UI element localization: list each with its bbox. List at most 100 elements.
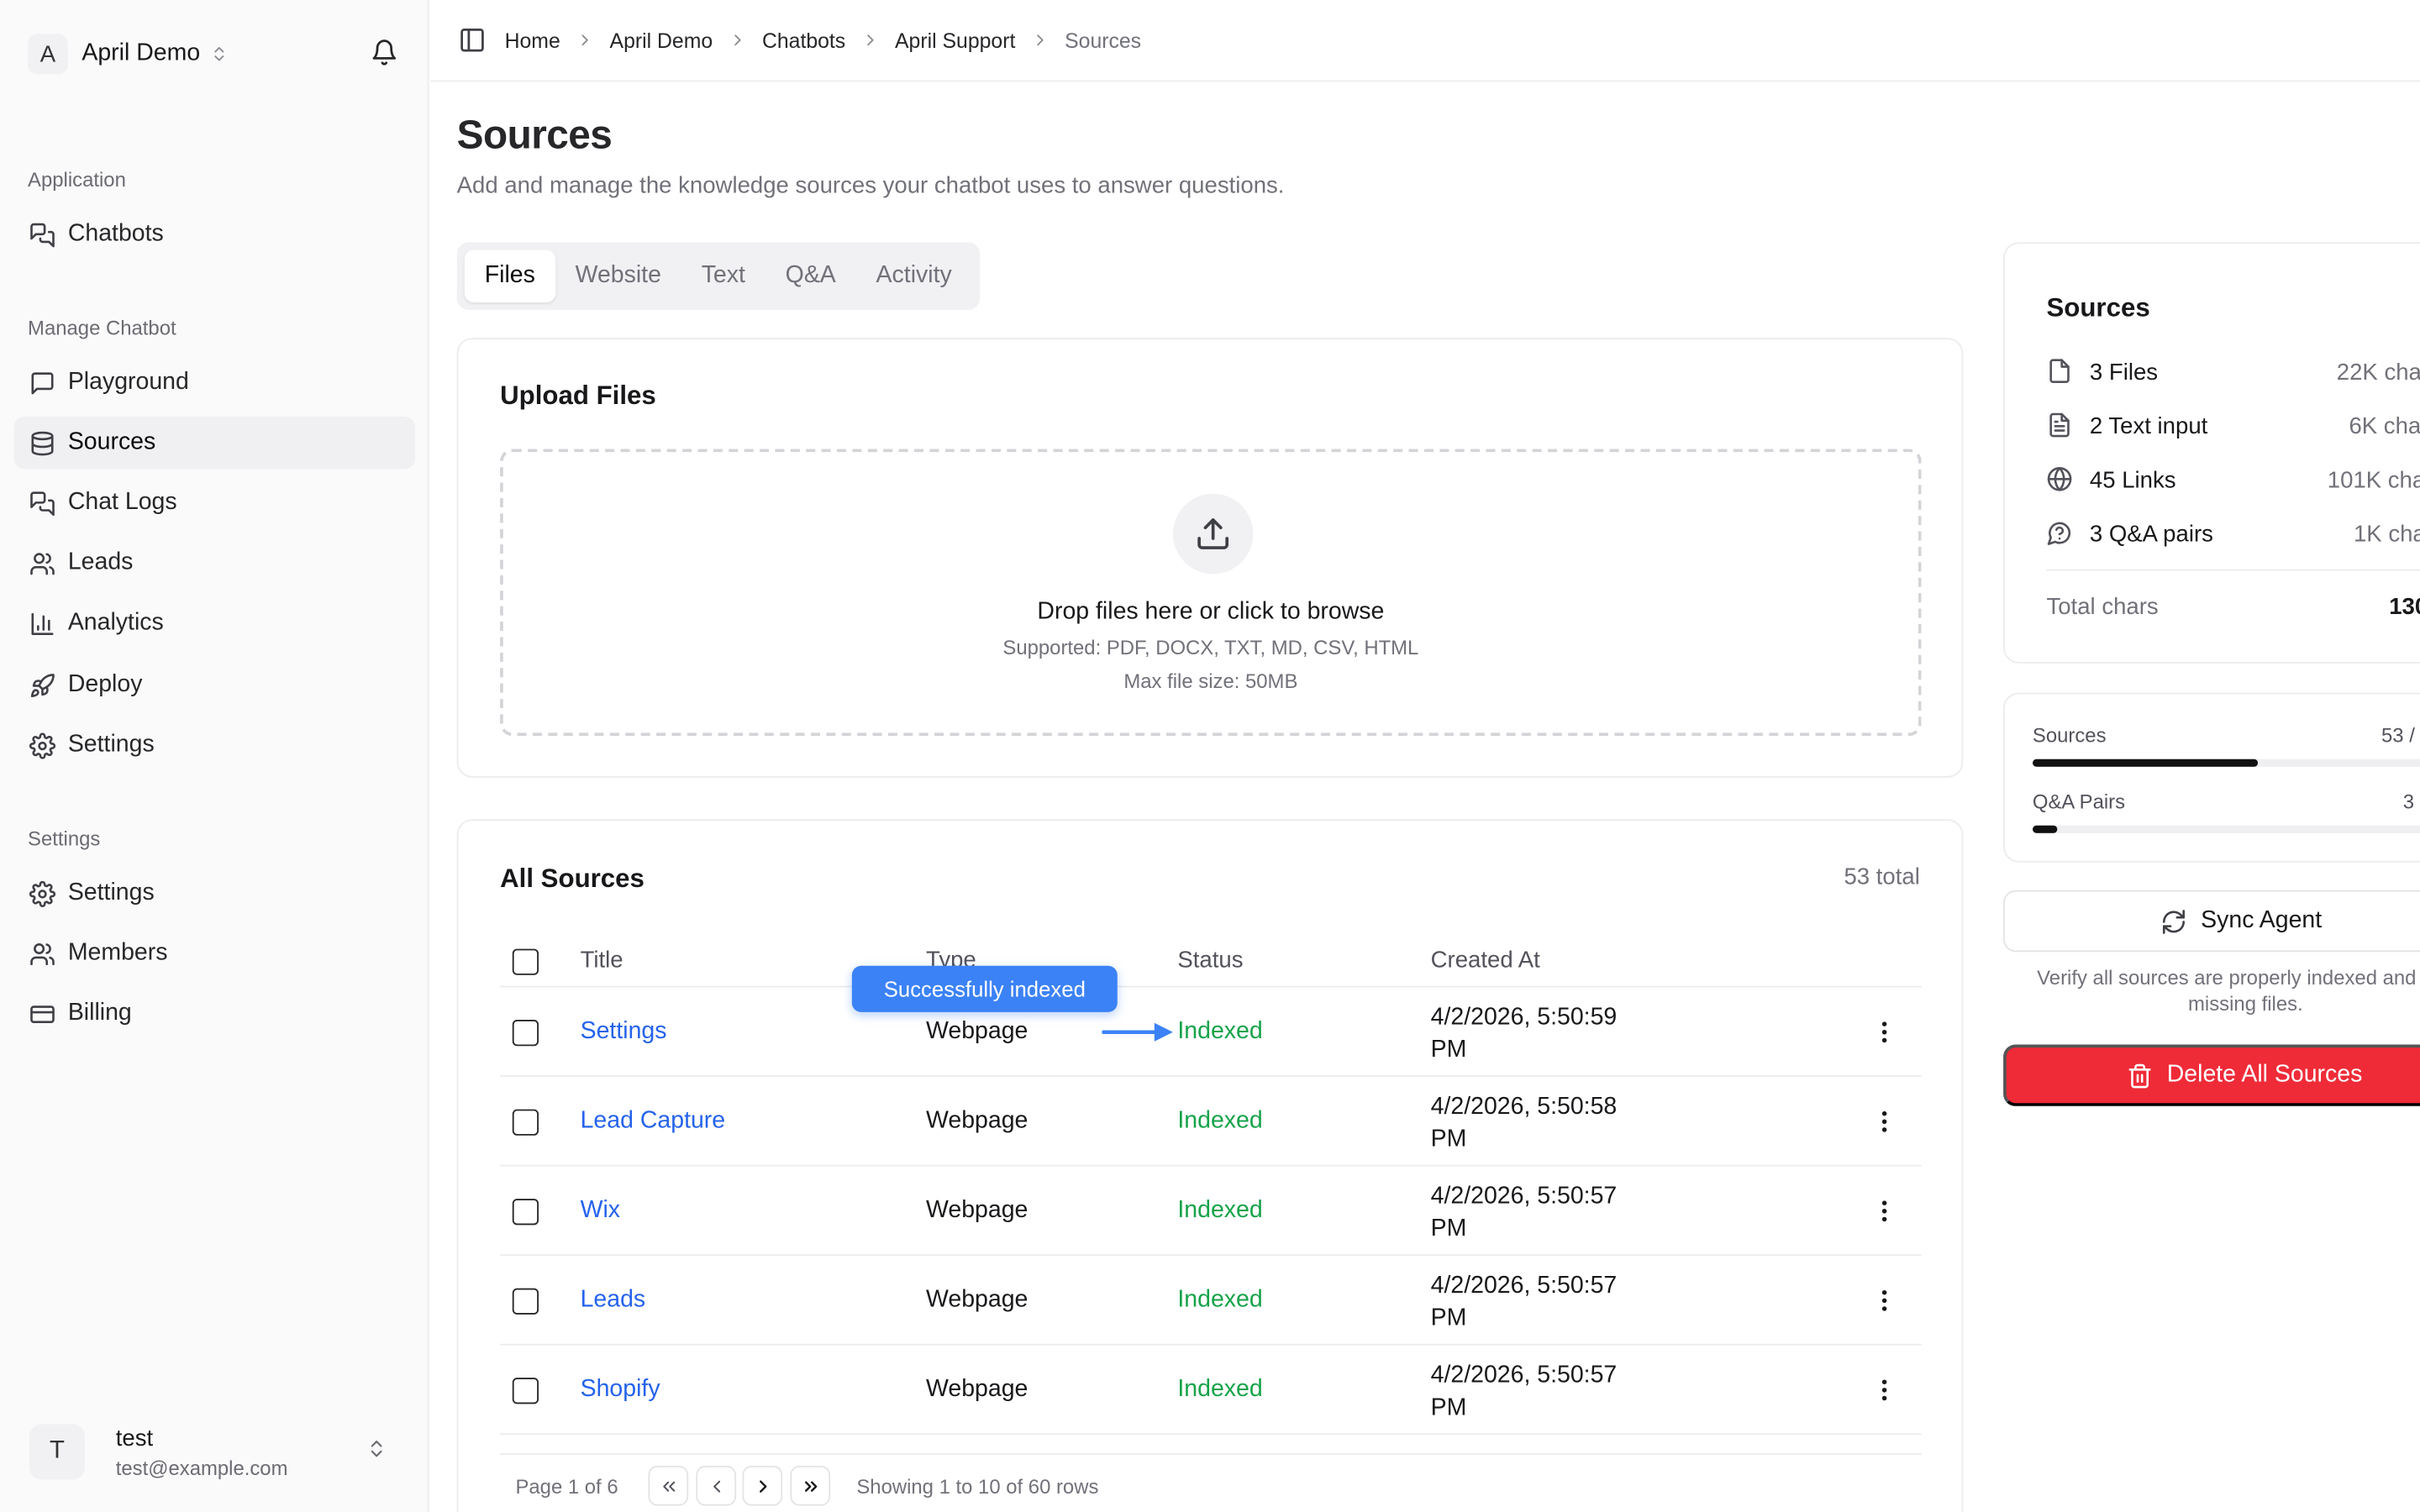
chevron-right-icon	[1031, 31, 1050, 50]
more-vertical-icon[interactable]	[1870, 1108, 1898, 1136]
select-all-checkbox[interactable]	[512, 948, 539, 975]
sync-agent-label: Sync Agent	[2201, 906, 2323, 934]
user-menu[interactable]: T test test@example.com	[14, 1407, 416, 1497]
source-type: Webpage	[926, 1018, 1028, 1045]
more-vertical-icon[interactable]	[1870, 1197, 1898, 1225]
sidebar-item-chatbots[interactable]: Chatbots	[14, 208, 416, 260]
source-title-link[interactable]: Wix	[581, 1197, 620, 1225]
sidebar-item-label: Leads	[67, 549, 134, 576]
supported-formats: Supported: PDF, DOCX, TXT, MD, CSV, HTML	[1002, 635, 1419, 659]
user-name: test	[115, 1425, 154, 1452]
row-checkbox[interactable]	[512, 1020, 539, 1047]
table-row: Settings Webpage Indexed 4/2/2026, 5:50:…	[500, 987, 1922, 1078]
tab-website[interactable]: Website	[555, 250, 681, 302]
trash-icon	[2127, 1063, 2153, 1089]
sidebar-item-analytics[interactable]: Analytics	[14, 597, 416, 649]
created-at-date: 4/2/2026, 5:50:57	[1430, 1362, 1618, 1389]
row-checkbox[interactable]	[512, 1199, 539, 1226]
delete-all-sources-button[interactable]: Delete All Sources	[2003, 1044, 2420, 1106]
bell-icon[interactable]	[371, 39, 398, 66]
more-vertical-icon[interactable]	[1870, 1018, 1898, 1046]
sidebar-item-label: Members	[67, 939, 168, 966]
sync-agent-button[interactable]: Sync Agent	[2003, 890, 2420, 953]
breadcrumb-chatbots[interactable]: Chatbots	[762, 29, 845, 52]
row-checkbox[interactable]	[512, 1378, 539, 1404]
status-badge: Indexed	[1177, 1018, 1263, 1045]
upload-icon	[1172, 493, 1254, 575]
sidebar-item-chat-logs[interactable]: Chat Logs	[14, 477, 416, 529]
source-title-link[interactable]: Leads	[581, 1287, 646, 1315]
summary-row-files: 3 Files 22K cha	[2046, 354, 2420, 388]
limit-value-sources: 53 /	[2381, 723, 2415, 747]
table-row: Leads Webpage Indexed 4/2/2026, 5:50:57 P…	[500, 1256, 1922, 1346]
created-at-period: PM	[1430, 1037, 1467, 1063]
rows-summary: Showing 1 to 10 of 60 rows	[856, 1474, 1099, 1499]
tab-text[interactable]: Text	[681, 250, 765, 302]
source-title-link[interactable]: Shopify	[581, 1376, 660, 1404]
more-vertical-icon[interactable]	[1870, 1376, 1898, 1404]
pagination: Page 1 of 6 Showing 1 to 10 of 60 rows	[500, 1453, 1922, 1512]
last-page-button[interactable]	[790, 1465, 831, 1506]
status-badge: Indexed	[1177, 1197, 1263, 1224]
status-badge: Indexed	[1177, 1376, 1263, 1403]
column-created-at[interactable]: Created At	[1431, 948, 1540, 974]
row-checkbox[interactable]	[512, 1288, 539, 1315]
tab-files[interactable]: Files	[464, 249, 555, 302]
column-title[interactable]: Title	[581, 948, 623, 974]
more-vertical-icon[interactable]	[1870, 1287, 1898, 1315]
sidebar-item-playground[interactable]: Playground	[14, 356, 416, 408]
breadcrumb-home[interactable]: Home	[505, 29, 560, 52]
page-title: Sources	[456, 111, 613, 158]
sidebar-item-members[interactable]: Members	[14, 927, 416, 979]
workspace-switcher[interactable]: A April Demo	[28, 34, 228, 75]
source-type: Webpage	[926, 1376, 1028, 1403]
first-page-button[interactable]	[648, 1465, 689, 1506]
group-label-application: Application	[28, 168, 126, 192]
sidebar-item-label: Playground	[67, 368, 189, 396]
all-sources-card: All Sources 53 total Title Type Status C…	[456, 819, 1964, 1512]
source-type: Webpage	[926, 1107, 1028, 1134]
prev-page-button[interactable]	[696, 1465, 737, 1506]
source-type: Webpage	[926, 1286, 1028, 1314]
created-at: 4/2/2026, 5:50:57 PM	[1431, 1270, 1618, 1335]
database-icon	[28, 429, 55, 457]
created-at-date: 4/2/2026, 5:50:57	[1430, 1273, 1618, 1299]
sidebar-item-sources[interactable]: Sources	[13, 416, 416, 470]
chevron-right-icon	[861, 31, 880, 50]
arrow-right-icon	[1102, 1022, 1173, 1042]
chevrons-up-down-icon	[366, 1438, 387, 1460]
page-indicator: Page 1 of 6	[515, 1474, 618, 1499]
source-tabs: Files Website Text Q&A Activity	[456, 242, 980, 311]
breadcrumb-chatbot[interactable]: April Support	[895, 29, 1015, 52]
file-dropzone[interactable]: Drop files here or click to browse Suppo…	[500, 449, 1922, 737]
sidebar-item-leads[interactable]: Leads	[14, 537, 416, 589]
column-status[interactable]: Status	[1177, 948, 1243, 974]
user-email: test@example.com	[115, 1455, 288, 1479]
app-window: A April Demo Application Chatbots Manage…	[0, 0, 2420, 1512]
globe-icon	[2046, 466, 2074, 494]
breadcrumb-workspace[interactable]: April Demo	[610, 29, 713, 52]
gear-icon	[28, 732, 55, 759]
all-sources-title: All Sources	[500, 864, 644, 894]
source-title-link[interactable]: Lead Capture	[581, 1108, 726, 1136]
sources-summary-card: Sources 3 Files 22K cha 2 Text input 6K …	[2003, 242, 2420, 664]
row-checkbox[interactable]	[512, 1109, 539, 1136]
tab-qa[interactable]: Q&A	[765, 250, 856, 302]
total-chars-value: 130	[2389, 594, 2420, 621]
sidebar-item-settings[interactable]: Settings	[14, 867, 416, 919]
source-title-link[interactable]: Settings	[581, 1018, 667, 1046]
tab-activity[interactable]: Activity	[856, 250, 972, 302]
sidebar-item-label: Analytics	[67, 609, 164, 636]
sidebar-toggle-icon[interactable]	[458, 26, 486, 54]
divider	[2046, 569, 2420, 571]
source-type: Webpage	[926, 1197, 1028, 1224]
qa-progress-bar	[2032, 825, 2420, 833]
next-page-button[interactable]	[742, 1465, 783, 1506]
sidebar-item-deploy[interactable]: Deploy	[14, 659, 416, 711]
sidebar-item-billing[interactable]: Billing	[14, 987, 416, 1039]
summary-label: 2 Text input	[2089, 412, 2208, 439]
sidebar-item-label: Chat Logs	[67, 489, 177, 516]
sidebar-item-label: Sources	[67, 428, 156, 455]
sidebar-item-chatbot-settings[interactable]: Settings	[14, 719, 416, 771]
limit-label-sources: Sources	[2032, 723, 2107, 747]
